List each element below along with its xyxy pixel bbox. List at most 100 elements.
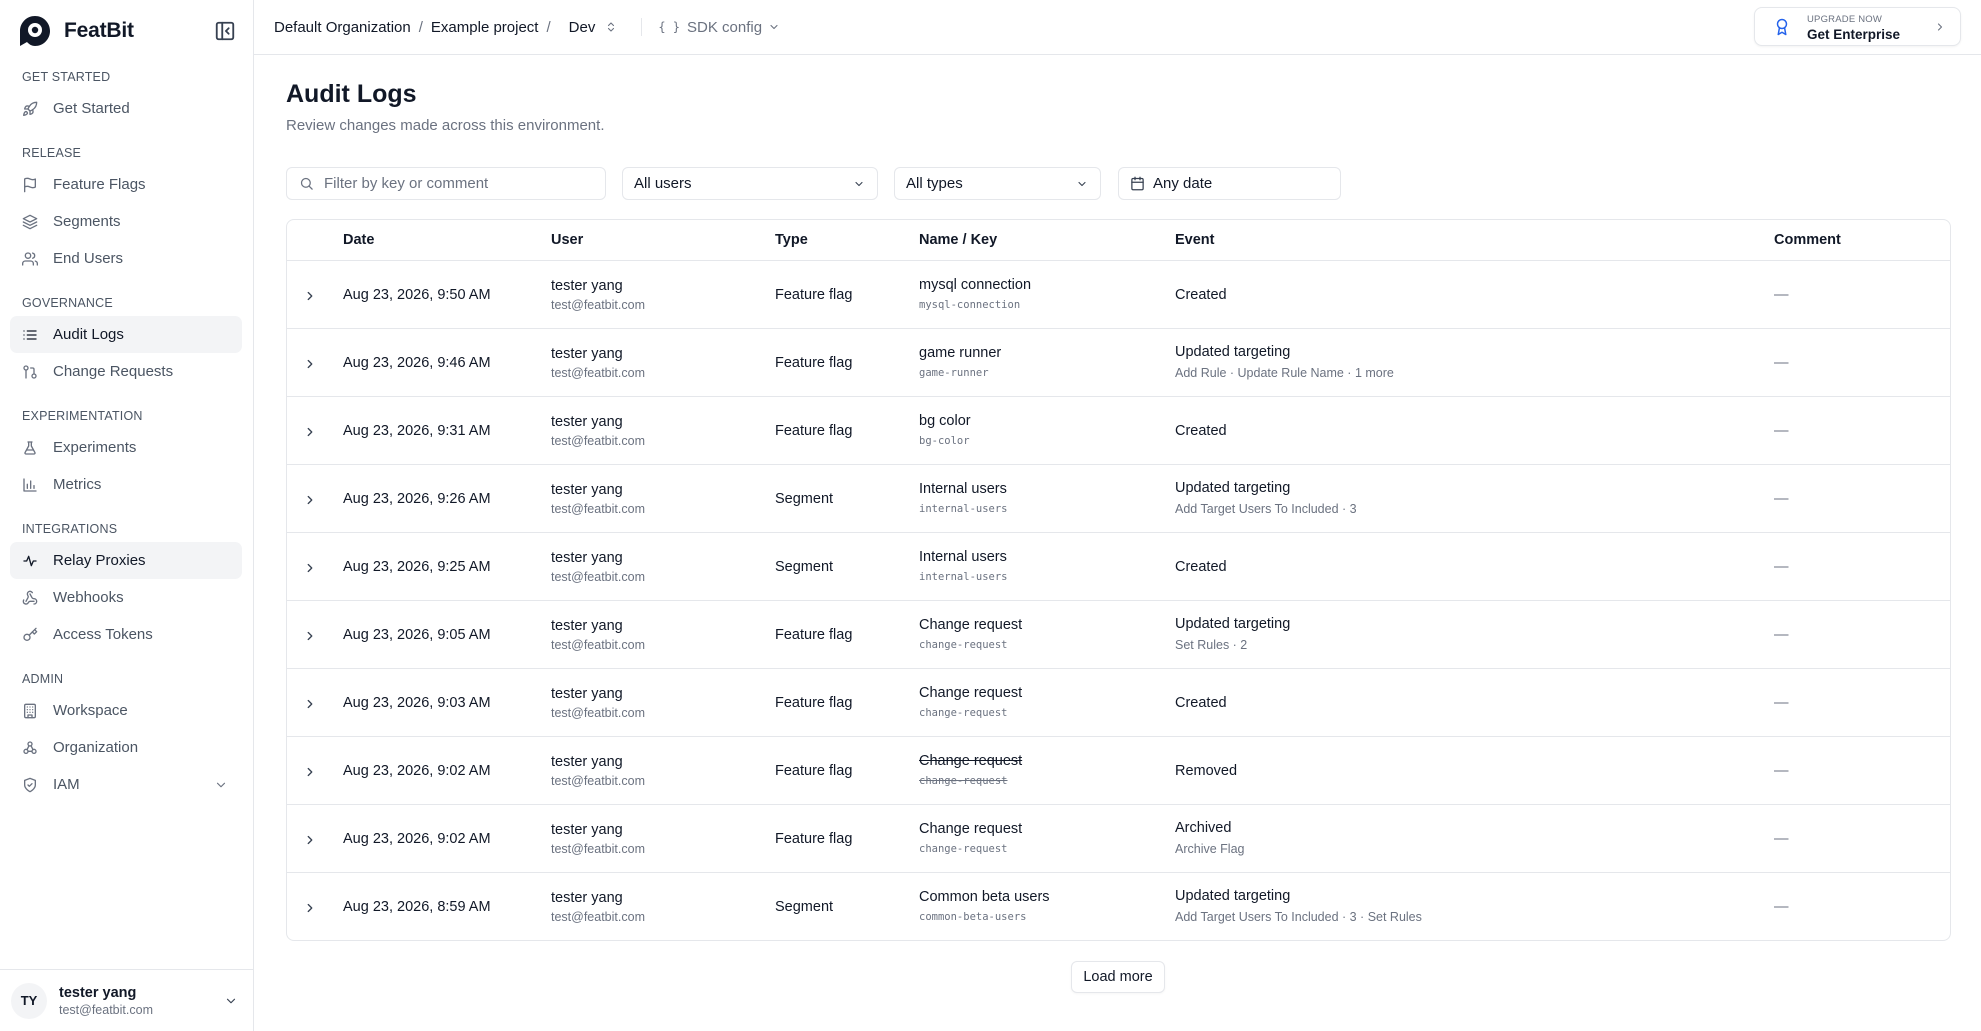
event-detail: Add Target Users To Included · 3 · Set R… <box>1175 910 1422 924</box>
table-row[interactable]: Aug 23, 2026, 9:02 AM tester yang test@fea… <box>287 805 1950 873</box>
load-more-button[interactable]: Load more <box>1071 961 1165 993</box>
sidebar-item-label: Change Requests <box>53 363 174 380</box>
environment-label: Dev <box>568 18 596 36</box>
sidebar-item-workspace[interactable]: Workspace <box>10 692 242 729</box>
column-header-event: Event <box>1175 232 1215 248</box>
webhook-icon <box>22 590 38 605</box>
sidebar-item-audit-logs[interactable]: Audit Logs <box>10 316 242 353</box>
key-icon <box>23 627 38 641</box>
chevron-right-icon[interactable] <box>303 833 317 847</box>
date-picker[interactable]: Any date <box>1118 167 1341 200</box>
chevron-right-icon[interactable] <box>303 493 317 507</box>
row-user-name: tester yang <box>551 414 623 430</box>
chevron-right-icon[interactable] <box>303 561 317 575</box>
row-key: change-request <box>919 639 1008 651</box>
row-key: change-request <box>919 843 1008 855</box>
chevron-right-icon[interactable] <box>303 697 317 711</box>
row-date: Aug 23, 2026, 9:50 AM <box>343 287 491 303</box>
sidebar-item-segments[interactable]: Segments <box>10 203 242 240</box>
sdk-config-dropdown[interactable]: { } SDK config <box>658 19 780 36</box>
sidebar-item-end-users[interactable]: End Users <box>10 240 242 277</box>
sdk-config-label: SDK config <box>687 18 763 36</box>
breadcrumb-organization[interactable]: Default Organization <box>274 19 411 36</box>
table-row[interactable]: Aug 23, 2026, 8:59 AM tester yang test@fea… <box>287 873 1950 940</box>
types-select[interactable]: All types <box>894 167 1101 200</box>
nav-section-title: ADMIN <box>22 672 64 686</box>
flask-icon <box>24 440 36 455</box>
award-icon <box>1776 18 1788 36</box>
row-user-email: test@featbit.com <box>551 842 645 856</box>
table-row[interactable]: Aug 23, 2026, 9:25 AM tester yang test@fea… <box>287 533 1950 601</box>
event-title: Created <box>1175 695 1227 711</box>
sidebar-item-get-started[interactable]: Get Started <box>10 90 242 127</box>
sidebar-item-webhooks[interactable]: Webhooks <box>10 579 242 616</box>
sidebar-item-change-requests[interactable]: Change Requests <box>10 353 242 390</box>
users-select-value: All users <box>634 175 692 192</box>
search-input[interactable] <box>324 175 574 192</box>
row-key: bg-color <box>919 435 970 447</box>
sidebar-item-feature-flags[interactable]: Feature Flags <box>10 166 242 203</box>
chevron-right-icon[interactable] <box>303 901 317 915</box>
upgrade-button[interactable]: UPGRADE NOW Get Enterprise <box>1754 7 1961 46</box>
sidebar-item-experiments[interactable]: Experiments <box>10 429 242 466</box>
search-field[interactable] <box>286 167 606 200</box>
column-header-user: User <box>551 232 584 248</box>
row-type: Feature flag <box>775 355 853 371</box>
row-name: Internal users <box>919 549 1007 565</box>
users-icon <box>22 251 38 266</box>
row-type: Feature flag <box>775 627 853 643</box>
nav-section-title: GET STARTED <box>22 70 111 84</box>
table-row[interactable]: Aug 23, 2026, 9:05 AM tester yang test@fea… <box>287 601 1950 669</box>
chevron-right-icon[interactable] <box>303 629 317 643</box>
column-header-date: Date <box>343 232 375 248</box>
row-date: Aug 23, 2026, 9:26 AM <box>343 491 491 507</box>
row-date: Aug 23, 2026, 9:46 AM <box>343 355 491 371</box>
table-row[interactable]: Aug 23, 2026, 9:26 AM tester yang test@fea… <box>287 465 1950 533</box>
event-detail: Archive Flag <box>1175 842 1245 856</box>
chevron-right-icon[interactable] <box>303 765 317 779</box>
table-row[interactable]: Aug 23, 2026, 9:03 AM tester yang test@fea… <box>287 669 1950 737</box>
chevron-right-icon[interactable] <box>303 425 317 439</box>
column-header-comment: Comment <box>1774 232 1841 248</box>
row-name: Common beta users <box>919 889 1050 905</box>
breadcrumb-project[interactable]: Example project <box>431 19 539 36</box>
table-row[interactable]: Aug 23, 2026, 9:46 AM tester yang test@fea… <box>287 329 1950 397</box>
chevron-right-icon[interactable] <box>303 357 317 371</box>
chevron-right-icon[interactable] <box>303 289 317 303</box>
event-detail: Add Target Users To Included · 3 <box>1175 502 1357 516</box>
relay-icon <box>23 555 37 566</box>
brand[interactable]: FeatBit <box>18 14 134 48</box>
brand-name: FeatBit <box>64 19 134 42</box>
top-bar: Default Organization / Example project /… <box>254 0 1981 55</box>
event-title: Updated targeting <box>1175 616 1291 632</box>
row-comment: — <box>1774 831 1789 847</box>
row-name: bg color <box>919 413 971 429</box>
row-name: game runner <box>919 345 1002 361</box>
row-type: Segment <box>775 559 834 575</box>
sidebar-item-relay-proxies[interactable]: Relay Proxies <box>10 542 242 579</box>
sidebar-item-organization[interactable]: Organization <box>10 729 242 766</box>
row-comment: — <box>1774 423 1789 439</box>
sidebar-nav: GET STARTED Get Started RELEASE Feature … <box>0 64 254 803</box>
column-header-name-key: Name / Key <box>919 232 998 248</box>
nav-section-title: INTEGRATIONS <box>22 522 118 536</box>
sidebar-item-access-tokens[interactable]: Access Tokens <box>10 616 242 653</box>
environment-selector[interactable]: Dev <box>569 19 618 36</box>
user-menu[interactable]: TY tester yang test@featbit.com <box>0 969 254 1031</box>
row-name: Internal users <box>919 481 1007 497</box>
sidebar-collapse-icon[interactable] <box>214 20 236 42</box>
nav-section-title: RELEASE <box>22 146 82 160</box>
sidebar-item-iam[interactable]: IAM <box>10 766 242 803</box>
sidebar-item-label: Segments <box>53 213 121 230</box>
sidebar-item-label: Access Tokens <box>53 626 153 643</box>
sidebar-item-metrics[interactable]: Metrics <box>10 466 242 503</box>
table-row[interactable]: Aug 23, 2026, 9:02 AM tester yang test@fea… <box>287 737 1950 805</box>
users-select[interactable]: All users <box>622 167 878 200</box>
row-type: Feature flag <box>775 831 853 847</box>
chevron-down-icon <box>1078 181 1086 187</box>
sidebar-item-label: Relay Proxies <box>53 552 146 569</box>
row-user-email: test@featbit.com <box>551 434 645 448</box>
table-row[interactable]: Aug 23, 2026, 9:50 AM tester yang test@fea… <box>287 261 1950 329</box>
table-row[interactable]: Aug 23, 2026, 9:31 AM tester yang test@fea… <box>287 397 1950 465</box>
row-comment: — <box>1774 287 1789 303</box>
